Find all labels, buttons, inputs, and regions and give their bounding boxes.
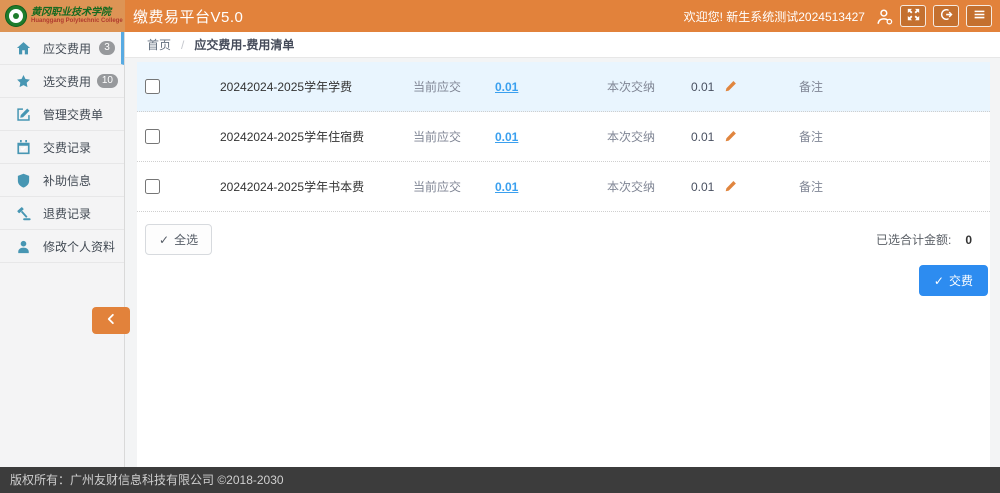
sidebar-item[interactable]: 补助信息 xyxy=(0,164,124,197)
select-all-label: 全选 xyxy=(174,231,198,248)
due-label: 当前应交 xyxy=(413,128,495,145)
fee-list-panel: 20242024-2025学年学费 当前应交 0.01 本次交纳 0.01 备注… xyxy=(137,62,990,467)
fee-checkbox[interactable] xyxy=(145,79,160,94)
sidebar-item-label: 选交费用 xyxy=(43,73,91,90)
college-logo-text: 黄冈职业技术学院 Huanggang Polytechnic College xyxy=(31,8,123,25)
due-amount-link[interactable]: 0.01 xyxy=(495,130,607,144)
pay-amount-cell: 0.01 xyxy=(691,80,799,94)
sidebar-item[interactable]: 退费记录 xyxy=(0,197,124,230)
pay-label: 本次交纳 xyxy=(607,78,691,95)
count-badge: 10 xyxy=(97,74,118,88)
count-badge: 3 xyxy=(99,41,115,55)
pay-amount-cell: 0.01 xyxy=(691,180,799,194)
pay-amount: 0.01 xyxy=(691,80,714,94)
edit-icon xyxy=(16,107,31,122)
total-label: 已选合计金额: xyxy=(876,233,951,247)
due-label: 当前应交 xyxy=(413,78,495,95)
edit-amount-icon[interactable] xyxy=(724,80,737,93)
college-logo: 黄冈职业技术学院 Huanggang Polytechnic College xyxy=(0,0,125,32)
fee-name: 20242024-2025学年学费 xyxy=(213,78,413,95)
app-header: 黄冈职业技术学院 Huanggang Polytechnic College 缴… xyxy=(0,0,1000,32)
college-name-en: Huanggang Polytechnic College xyxy=(31,18,123,24)
fullscreen-icon xyxy=(907,8,920,24)
fee-row: 20242024-2025学年书本费 当前应交 0.01 本次交纳 0.01 备… xyxy=(137,162,990,212)
pay-amount: 0.01 xyxy=(691,130,714,144)
fee-checkbox-cell xyxy=(145,129,213,144)
pay-amount-cell: 0.01 xyxy=(691,130,799,144)
sidebar-item-label: 修改个人资料 xyxy=(43,238,115,255)
sidebar-item-label: 应交费用 xyxy=(43,40,91,57)
menu-button[interactable] xyxy=(966,5,992,27)
due-label: 当前应交 xyxy=(413,178,495,195)
college-emblem-icon xyxy=(5,5,27,27)
menu-icon xyxy=(973,8,986,24)
breadcrumb: 首页 / 应交费用-费用清单 xyxy=(125,32,1000,58)
fee-checkbox-cell xyxy=(145,79,213,94)
fee-table: 20242024-2025学年学费 当前应交 0.01 本次交纳 0.01 备注… xyxy=(137,62,990,212)
breadcrumb-current: 应交费用-费用清单 xyxy=(194,36,294,53)
welcome-text: 欢迎您! 新生系统测试2024513427 xyxy=(684,8,865,25)
remark-label: 备注 xyxy=(799,178,823,195)
logout-icon xyxy=(940,8,953,24)
fullscreen-button[interactable] xyxy=(900,5,926,27)
sidebar-item-label: 退费记录 xyxy=(43,205,91,222)
fee-row: 20242024-2025学年学费 当前应交 0.01 本次交纳 0.01 备注 xyxy=(137,62,990,112)
sidebar-item-label: 管理交费单 xyxy=(43,106,103,123)
sidebar-item[interactable]: 应交费用 3 xyxy=(0,32,124,65)
user-icon xyxy=(16,239,31,254)
fee-name: 20242024-2025学年书本费 xyxy=(213,178,413,195)
sidebar-item-label: 补助信息 xyxy=(43,172,91,189)
remark-label: 备注 xyxy=(799,78,823,95)
pay-label: 本次交纳 xyxy=(607,128,691,145)
check-icon: ✓ xyxy=(159,233,169,247)
pay-button[interactable]: ✓ 交费 xyxy=(919,265,988,296)
home-icon xyxy=(16,41,31,56)
user-settings-icon[interactable] xyxy=(876,8,893,25)
gavel-icon xyxy=(16,206,31,221)
pay-amount: 0.01 xyxy=(691,180,714,194)
pay-label: 本次交纳 xyxy=(607,178,691,195)
fee-checkbox[interactable] xyxy=(145,179,160,194)
shield-icon xyxy=(16,173,31,188)
total-value: 0 xyxy=(965,233,972,247)
selected-total: 已选合计金额: 0 xyxy=(876,231,990,248)
page-footer: 版权所有：广州友财信息科技有限公司 ©2018-2030 xyxy=(0,467,1000,493)
copyright-text: 版权所有：广州友财信息科技有限公司 ©2018-2030 xyxy=(10,473,284,487)
sidebar-item-label: 交费记录 xyxy=(43,139,91,156)
pay-button-label: 交费 xyxy=(949,272,973,289)
sidebar-item[interactable]: 选交费用 10 xyxy=(0,65,124,98)
sidebar-collapse-button[interactable] xyxy=(92,307,130,334)
logout-button[interactable] xyxy=(933,5,959,27)
check-icon: ✓ xyxy=(934,274,944,288)
fee-controls: ✓ 全选 已选合计金额: 0 ✓ 交费 xyxy=(137,212,990,296)
breadcrumb-home-link[interactable]: 首页 xyxy=(147,36,171,53)
sidebar: 应交费用 3 选交费用 10 管理交费单 交费记录 补助信息 退费记录 xyxy=(0,32,125,467)
main-content: 首页 / 应交费用-费用清单 20242024-2025学年学费 当前应交 0.… xyxy=(125,32,1000,467)
breadcrumb-separator: / xyxy=(181,38,184,52)
sidebar-menu: 应交费用 3 选交费用 10 管理交费单 交费记录 补助信息 退费记录 xyxy=(0,32,124,263)
edit-amount-icon[interactable] xyxy=(724,180,737,193)
star-icon xyxy=(16,74,31,89)
sidebar-item[interactable]: 修改个人资料 xyxy=(0,230,124,263)
app-title: 缴费易平台V5.0 xyxy=(133,6,243,27)
college-name-cn: 黄冈职业技术学院 xyxy=(31,8,123,19)
sidebar-item[interactable]: 管理交费单 xyxy=(0,98,124,131)
header-right: 欢迎您! 新生系统测试2024513427 xyxy=(684,5,1000,27)
chevron-left-icon xyxy=(105,312,117,330)
fee-name: 20242024-2025学年住宿费 xyxy=(213,128,413,145)
fee-row: 20242024-2025学年住宿费 当前应交 0.01 本次交纳 0.01 备… xyxy=(137,112,990,162)
fee-checkbox[interactable] xyxy=(145,129,160,144)
select-all-button[interactable]: ✓ 全选 xyxy=(145,224,212,255)
edit-amount-icon[interactable] xyxy=(724,130,737,143)
due-amount-link[interactable]: 0.01 xyxy=(495,80,607,94)
remark-label: 备注 xyxy=(799,128,823,145)
sidebar-item[interactable]: 交费记录 xyxy=(0,131,124,164)
fee-checkbox-cell xyxy=(145,179,213,194)
due-amount-link[interactable]: 0.01 xyxy=(495,180,607,194)
calendar-check-icon xyxy=(16,140,31,155)
